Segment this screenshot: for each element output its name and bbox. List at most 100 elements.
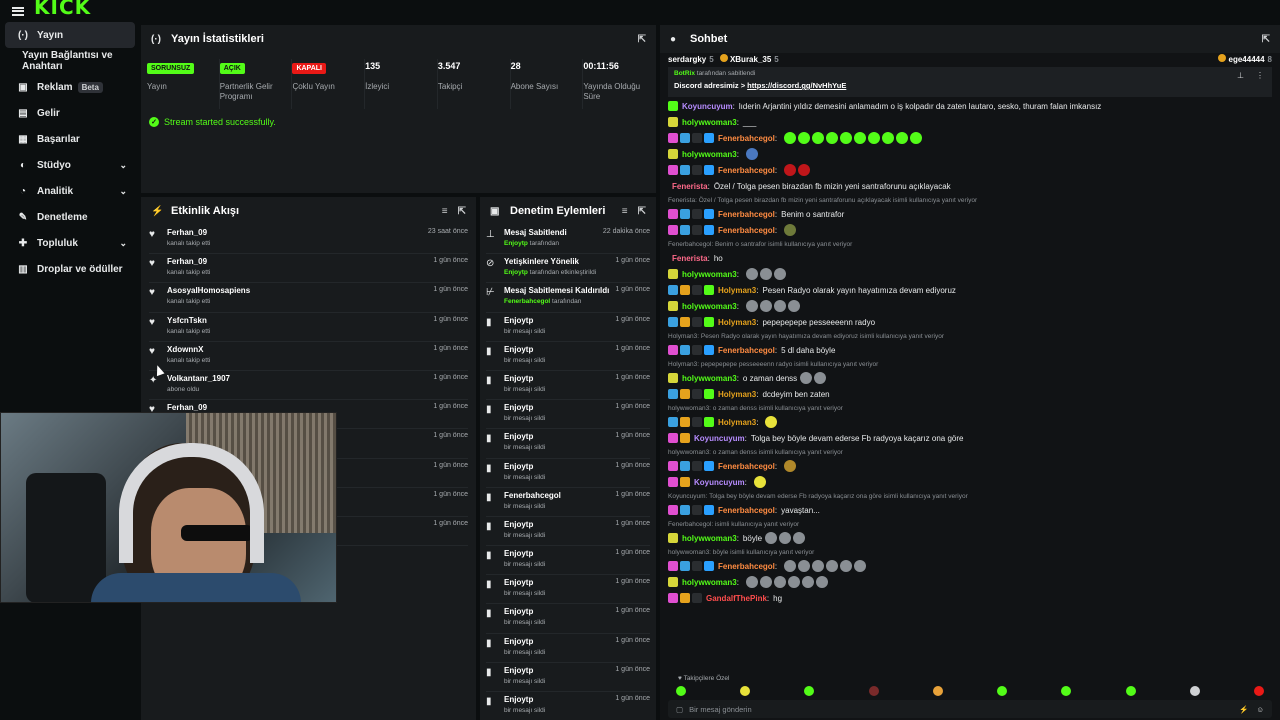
chat-username[interactable]: Holyman3 — [718, 318, 756, 327]
emote-icon[interactable] — [997, 686, 1008, 696]
moderator-name[interactable]: Fenerbahcegol — [504, 298, 550, 305]
moderation-row[interactable]: ▮ Enjoytp bir mesajı sildi 1 gün önce — [486, 429, 650, 459]
moderation-row[interactable]: ⊘ Yetişkinlere Yönelik Enjoytp tarafından … — [486, 254, 650, 284]
chat-username[interactable]: Koyuncuyum — [694, 434, 745, 443]
moderation-row[interactable]: ▮ Enjoytp bir mesajı sildi 1 gün önce — [486, 371, 650, 401]
moderation-row[interactable]: ▮ Enjoytp bir mesajı sildi 1 gün önce — [486, 663, 650, 692]
moderator-name[interactable]: Enjoytp — [504, 240, 528, 247]
emote-icon[interactable] — [1125, 686, 1136, 696]
emoji-icon[interactable]: ☺ — [1256, 705, 1264, 714]
moderation-row[interactable]: ▮ Fenerbahcegol bir mesajı sildi 1 gün önce — [486, 488, 650, 517]
emote-icon[interactable] — [1189, 686, 1200, 696]
sidebar-item-2[interactable]: ▣ Reklam Beta — [5, 74, 135, 100]
emote-icon[interactable] — [932, 686, 943, 696]
moderation-row[interactable]: ▮ Enjoytp bir mesajı sildi 1 gün önce — [486, 313, 650, 342]
filter-icon[interactable]: ≡ — [622, 206, 628, 217]
chat-username[interactable]: Fenerista — [672, 182, 708, 191]
sidebar-item-1[interactable]: Yayın Bağlantısı ve Anahtarı — [5, 48, 135, 74]
activity-row[interactable]: ♥ XdownnX kanalı takip etti 1 gün önce — [149, 342, 468, 371]
moderation-row[interactable]: ⊬ Mesaj Sabitlemesi Kaldırıldı Fenerbahceg… — [486, 283, 650, 313]
chat-username[interactable]: holywwoman3 — [682, 150, 737, 159]
moderation-row[interactable]: ▮ Enjoytp bir mesajı sildi 1 gün önce — [486, 575, 650, 605]
chat-username[interactable]: Fenerista — [672, 254, 708, 263]
sidebar-item-7[interactable]: ✎ Denetleme — [5, 204, 135, 230]
chat-username[interactable]: Fenerbahcegol — [718, 134, 775, 143]
popout-icon[interactable]: ⇱ — [638, 206, 646, 217]
chat-username[interactable]: Holyman3 — [718, 286, 756, 295]
chat-username[interactable]: holywwoman3 — [682, 118, 737, 127]
emote-icon[interactable] — [1253, 686, 1264, 696]
chat-message[interactable]: Holyman3: Pesen Radyo olarak yayın hayatı… — [668, 283, 1272, 297]
activity-row[interactable]: ♥ Ferhan_09 kanalı takip etti 1 gün önce — [149, 254, 468, 284]
sidebar-item-9[interactable]: ▥ Droplar ve ödüller — [5, 256, 135, 282]
chat-message[interactable]: Holyman3: dcdeyim ben zaten — [668, 387, 1272, 401]
chat-message[interactable]: Fenerbahcegol: yavaştan... — [668, 503, 1272, 517]
activity-user[interactable]: YsfcnTskn — [167, 316, 433, 325]
commands-icon[interactable]: ⚡ — [1239, 705, 1248, 714]
chat-username[interactable]: holywwoman3 — [682, 578, 737, 587]
chat-username[interactable]: holywwoman3 — [682, 374, 737, 383]
chat-message[interactable]: holywwoman3: — [668, 267, 1272, 281]
chat-username[interactable]: Fenerbahcegol — [718, 166, 775, 175]
pinned-message[interactable]: BotRix tarafından sabitlendi Discord adr… — [668, 67, 1272, 97]
chat-message[interactable]: Fenerbahcegol: — [668, 559, 1272, 573]
activity-row[interactable]: ♥ AsosyalHomosapiens kanalı takip etti 1 gü… — [149, 283, 468, 313]
chat-username[interactable]: Fenerbahcegol — [718, 346, 775, 355]
popout-icon[interactable]: ⇱ — [458, 206, 466, 217]
chat-message[interactable]: Fenerista: ho — [668, 251, 1272, 265]
filter-icon[interactable]: ≡ — [442, 206, 448, 217]
chat-username[interactable]: Fenerbahcegol — [718, 562, 775, 571]
moderation-row[interactable]: ▮ Enjoytp bir mesajı sildi 1 gün önce — [486, 546, 650, 576]
chat-message[interactable]: holywwoman3: — [668, 299, 1272, 313]
chat-message[interactable]: holywwoman3: böyle — [668, 531, 1272, 545]
moderation-row[interactable]: ▮ Enjoytp bir mesajı sildi 1 gün önce — [486, 692, 650, 720]
moderation-row[interactable]: ▮ Enjoytp bir mesajı sildi 1 gün önce — [486, 459, 650, 488]
chat-message[interactable]: Holyman3: — [668, 415, 1272, 429]
activity-user[interactable]: Ferhan_09 — [167, 257, 433, 266]
sidebar-item-0[interactable]: (·) Yayın — [5, 22, 135, 48]
chat-message[interactable]: Holyman3: pepepepepe pesseeeenn radyo — [668, 315, 1272, 329]
chat-username[interactable]: holywwoman3 — [682, 534, 737, 543]
chat-username[interactable]: Holyman3 — [718, 390, 756, 399]
activity-row[interactable]: ✦ Volkantanr_1907 abone oldu 1 gün önce — [149, 371, 468, 401]
chat-username[interactable]: Koyuncuyum — [694, 478, 745, 487]
activity-row[interactable]: ♥ YsfcnTskn kanalı takip etti 1 gün önce — [149, 313, 468, 342]
chat-message[interactable]: holywwoman3: — [668, 575, 1272, 589]
chat-username[interactable]: GandalfThePink — [706, 594, 767, 603]
sidebar-item-4[interactable]: ▦ Başarılar — [5, 126, 135, 152]
moderation-row[interactable]: ⊥ Mesaj Sabitlendi Enjoytp tarafından 22 da… — [486, 225, 650, 255]
discord-link[interactable]: https://discord.gg/NvHhYuE — [747, 81, 846, 90]
chat-username[interactable]: Fenerbahcegol — [718, 462, 775, 471]
popout-icon[interactable]: ⇱ — [1262, 34, 1270, 45]
chat-input[interactable]: ▢ Bir mesaj gönderin ⚡ ☺ — [668, 700, 1272, 718]
moderation-row[interactable]: ▮ Enjoytp bir mesajı sildi 1 gün önce — [486, 517, 650, 547]
chat-message[interactable]: Koyuncuyum: lıderin Arjantini yıldız deme… — [668, 99, 1272, 113]
chat-message[interactable]: Koyuncuyum: — [668, 475, 1272, 489]
popout-icon[interactable]: ⇱ — [638, 34, 646, 45]
chat-message[interactable]: Fenerbahcegol: Benim o santrafor — [668, 207, 1272, 221]
chat-username[interactable]: Holyman3 — [718, 418, 756, 427]
chat-username[interactable]: holywwoman3 — [682, 302, 737, 311]
chat-message[interactable]: Fenerista: Özel / Tolga pesen birazdan fb… — [668, 179, 1272, 193]
activity-user[interactable]: Ferhan_09 — [167, 403, 433, 412]
emote-icon[interactable] — [804, 686, 815, 696]
chat-username[interactable]: Fenerbahcegol — [718, 506, 775, 515]
activity-user[interactable]: Volkantanr_1907 — [167, 374, 433, 383]
chat-message[interactable]: Fenerbahcegol: — [668, 131, 1272, 145]
chat-username[interactable]: Fenerbahcegol — [718, 226, 775, 235]
sidebar-item-8[interactable]: ✚ Topluluk ⌄ — [5, 230, 135, 256]
sidebar-item-3[interactable]: ▤ Gelir — [5, 100, 135, 126]
chat-message[interactable]: Fenerbahcegol: — [668, 223, 1272, 237]
activity-row[interactable]: ♥ Ferhan_09 kanalı takip etti 23 saat önce — [149, 225, 468, 255]
moderation-row[interactable]: ▮ Enjoytp bir mesajı sildi 1 gün önce — [486, 604, 650, 634]
chat-message[interactable]: GandalfThePink: hg — [668, 591, 1272, 605]
chat-message[interactable]: Koyuncuyum: Tolga bey böyle devam ederse … — [668, 431, 1272, 445]
top-gifter[interactable]: serdargky 5 — [668, 55, 714, 64]
chat-username[interactable]: Koyuncuyum — [682, 102, 733, 111]
chat-username[interactable]: holywwoman3 — [682, 270, 737, 279]
emote-icon[interactable] — [868, 686, 879, 696]
emote-icon[interactable] — [1061, 686, 1072, 696]
moderator-name[interactable]: Enjoytp — [504, 269, 528, 276]
activity-user[interactable]: XdownnX — [167, 345, 433, 354]
emote-icon[interactable] — [676, 686, 686, 696]
